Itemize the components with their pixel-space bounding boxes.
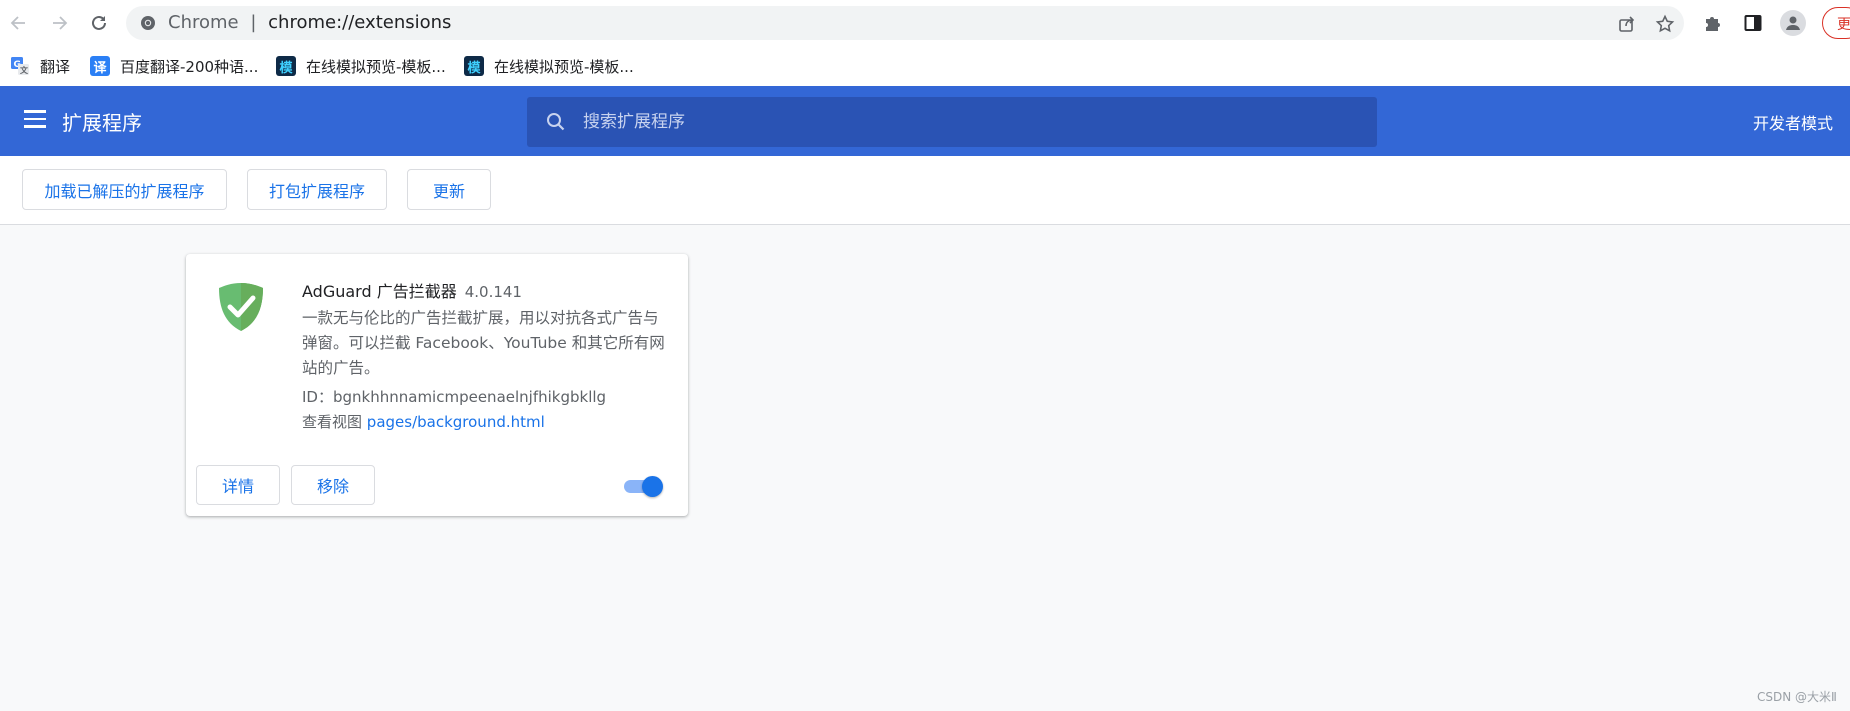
bookmark-item[interactable]: 模 在线模拟预览-模板... [276,54,446,78]
reload-icon[interactable] [86,10,112,36]
extension-id: ID：bgnkhhnnamicmpeenaelnjfhikgbkllg [302,386,606,407]
bookmark-item[interactable]: 译 百度翻译-200种语... [90,54,258,78]
side-panel-icon[interactable] [1740,10,1766,36]
action-bar: 加载已解压的扩展程序 打包扩展程序 更新 [0,156,1850,225]
update-extensions-button[interactable]: 更新 [407,169,491,210]
forward-arrow-icon[interactable] [46,10,72,36]
svg-text:文: 文 [20,65,29,75]
developer-mode-label[interactable]: 开发者模式 [1753,110,1833,134]
bookmark-item[interactable]: G文 翻译 [10,54,70,78]
inspect-views: 查看视图 pages/background.html [302,411,545,432]
chrome-logo-icon [140,15,156,31]
bookmark-star-icon[interactable] [1654,13,1676,35]
watermark: CSDN @大米Ⅱ [1757,690,1837,704]
extension-title: AdGuard 广告拦截器 [302,282,457,301]
address-bar[interactable]: Chrome | chrome://extensions [126,6,1684,40]
template-icon: 模 [464,56,484,76]
extension-id-value: bgnkhhnnamicmpeenaelnjfhikgbkllg [332,388,607,406]
hamburger-menu-icon[interactable] [24,110,46,128]
extension-id-label: ID： [302,388,333,406]
details-button[interactable]: 详情 [196,465,280,505]
toggle-knob [642,476,663,497]
extensions-puzzle-icon[interactable] [1700,10,1726,36]
extensions-header: 扩展程序 开发者模式 [0,86,1850,156]
bookmark-item[interactable]: 模 在线模拟预览-模板... [464,54,634,78]
google-translate-icon: G文 [10,56,30,76]
extension-description: 一款无与伦比的广告拦截扩展，用以对抗各式广告与弹窗。可以拦截 Facebook、… [302,309,665,377]
bookmarks-bar: G文 翻译 译 百度翻译-200种语... 模 在线模拟预览-模板... 模 在… [0,46,1850,86]
extension-card: AdGuard 广告拦截器 4.0.141 一款无与伦比的广告拦截扩展，用以对抗各… [186,254,688,516]
adguard-shield-icon [216,280,266,334]
bookmark-label: 翻译 [40,57,71,76]
omnibox-separator: | [250,12,257,33]
background-page-link[interactable]: pages/background.html [367,413,545,431]
inspect-views-label: 查看视图 [302,413,363,431]
browser-toolbar: Chrome | chrome://extensions 更 [0,0,1850,46]
omnibox-url: chrome://extensions [268,12,452,33]
extension-enable-toggle[interactable] [622,475,663,497]
template-icon: 模 [276,56,296,76]
page-title: 扩展程序 [62,111,142,135]
search-icon [544,110,568,134]
back-arrow-icon[interactable] [6,10,32,36]
load-unpacked-button[interactable]: 加载已解压的扩展程序 [22,169,227,210]
url-text: Chrome | chrome://extensions [168,12,451,33]
bookmark-label: 百度翻译-200种语... [120,57,259,76]
remove-button[interactable]: 移除 [291,465,375,505]
extension-version: 4.0.141 [464,283,522,301]
search-input[interactable] [583,97,1363,147]
share-icon[interactable] [1616,13,1638,35]
baidu-translate-icon: 译 [90,56,110,76]
profile-avatar-icon[interactable] [1780,10,1806,36]
search-box[interactable] [527,97,1377,147]
bookmark-label: 在线模拟预览-模板... [494,57,634,76]
pack-extension-button[interactable]: 打包扩展程序 [247,169,387,210]
extension-name: AdGuard 广告拦截器 4.0.141 [302,278,522,302]
update-button[interactable]: 更 [1822,7,1850,39]
bookmark-label: 在线模拟预览-模板... [306,57,446,76]
omnibox-prefix: Chrome [168,12,239,33]
